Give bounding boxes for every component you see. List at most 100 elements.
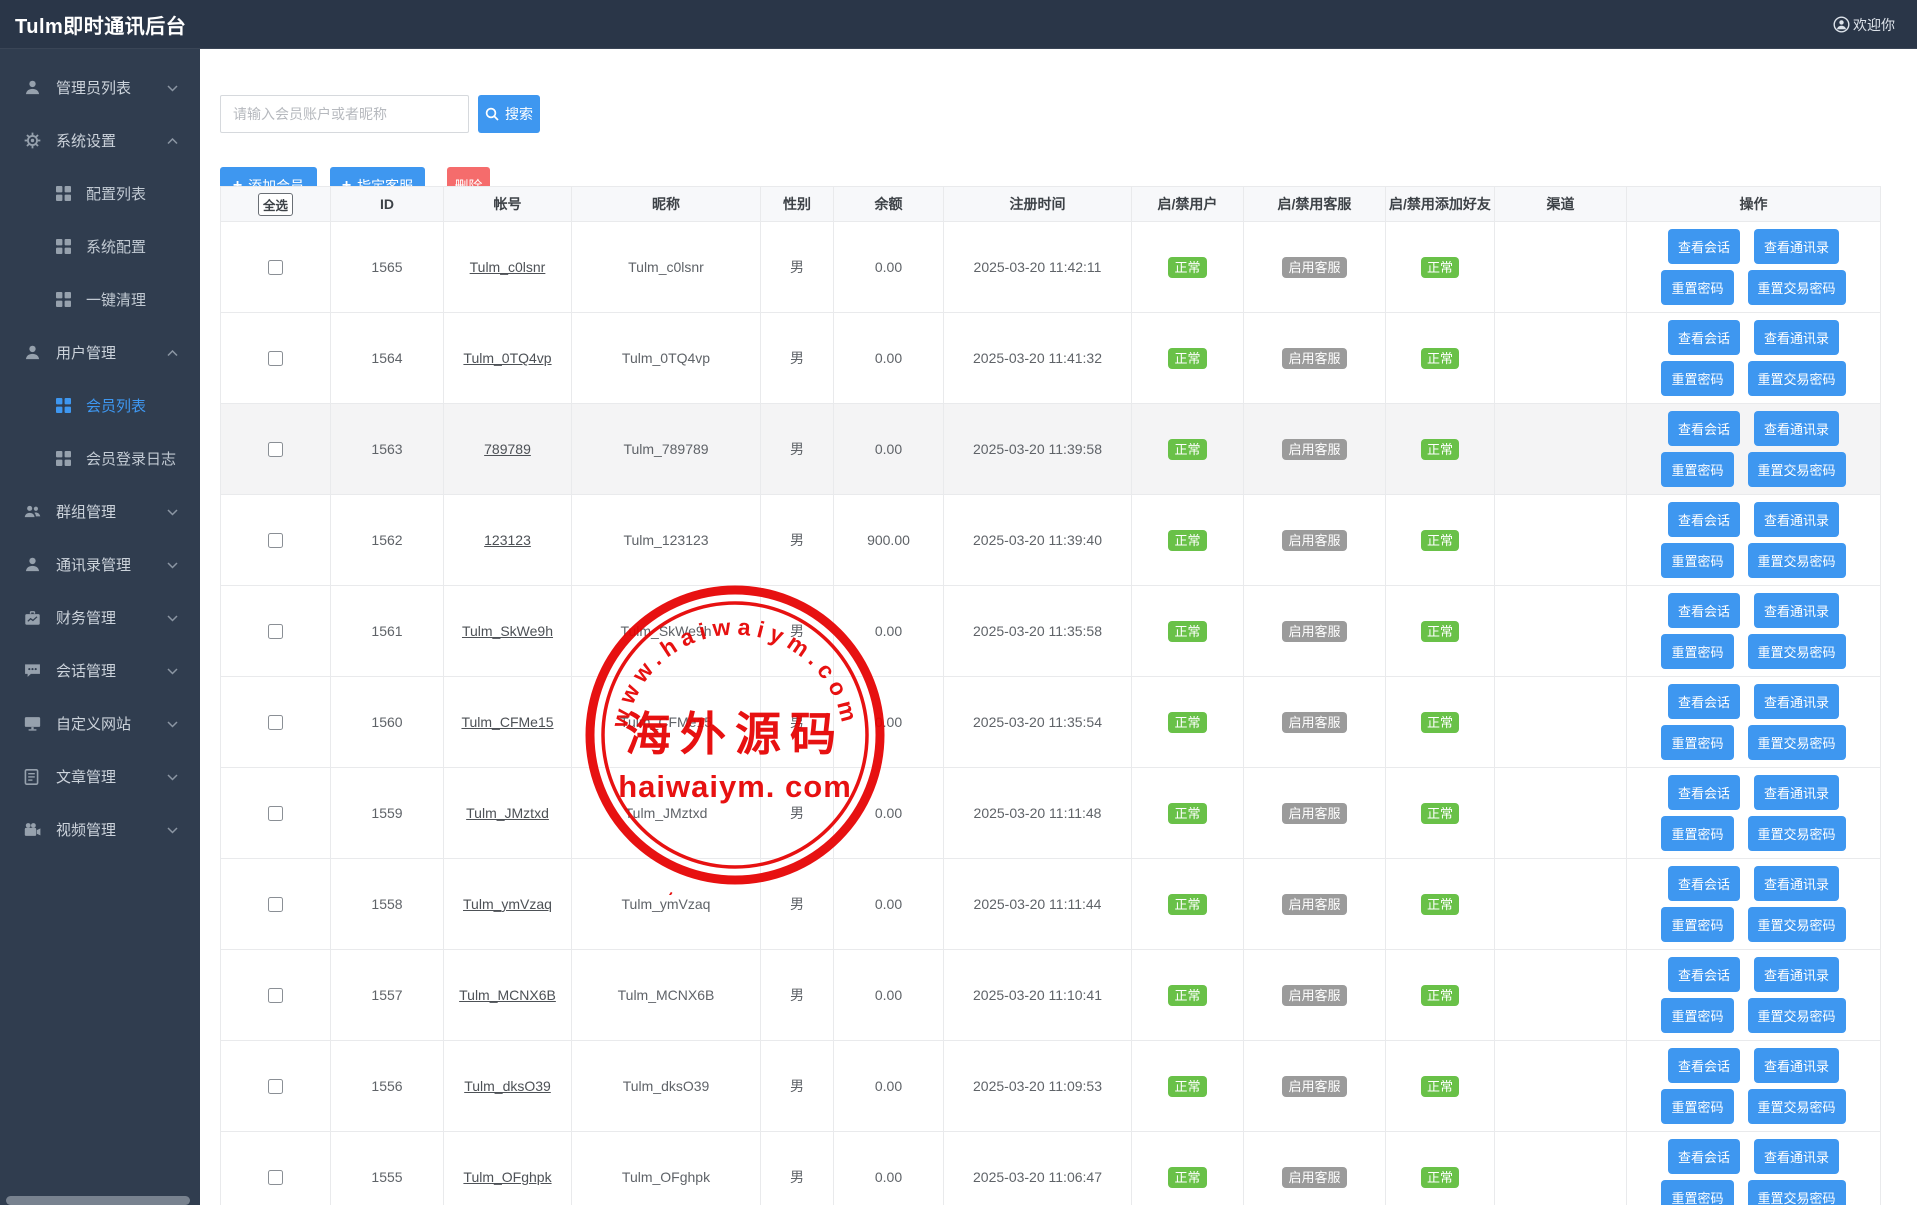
reset-password-button[interactable]: 重置密码 <box>1661 907 1733 942</box>
service-status-badge[interactable]: 启用客服 <box>1282 439 1346 460</box>
service-status-badge[interactable]: 启用客服 <box>1282 985 1346 1006</box>
reset-trade-password-button[interactable]: 重置交易密码 <box>1748 1089 1846 1124</box>
account-link[interactable]: Tulm_ymVzaq <box>463 896 552 912</box>
user-status-badge[interactable]: 正常 <box>1168 712 1206 733</box>
row-checkbox[interactable] <box>268 1170 283 1185</box>
sidebar-item-system-config[interactable]: 系统配置 <box>0 220 200 273</box>
account-link[interactable]: Tulm_CFMe15 <box>461 714 553 730</box>
account-link[interactable]: 789789 <box>484 441 531 457</box>
user-status-badge[interactable]: 正常 <box>1168 894 1206 915</box>
service-status-badge[interactable]: 启用客服 <box>1282 1167 1346 1188</box>
row-checkbox[interactable] <box>268 533 283 548</box>
sidebar-item-config-list[interactable]: 配置列表 <box>0 167 200 220</box>
friend-status-badge[interactable]: 正常 <box>1421 348 1459 369</box>
sidebar-item-group-management[interactable]: 群组管理 <box>0 485 200 538</box>
service-status-badge[interactable]: 启用客服 <box>1282 1076 1346 1097</box>
row-checkbox[interactable] <box>268 351 283 366</box>
row-checkbox[interactable] <box>268 897 283 912</box>
sidebar-item-one-click-clean[interactable]: 一键清理 <box>0 273 200 326</box>
service-status-badge[interactable]: 启用客服 <box>1282 621 1346 642</box>
reset-password-button[interactable]: 重置密码 <box>1661 725 1733 760</box>
user-status-badge[interactable]: 正常 <box>1168 621 1206 642</box>
row-checkbox[interactable] <box>268 806 283 821</box>
friend-status-badge[interactable]: 正常 <box>1421 712 1459 733</box>
service-status-badge[interactable]: 启用客服 <box>1282 894 1346 915</box>
friend-status-badge[interactable]: 正常 <box>1421 621 1459 642</box>
account-link[interactable]: 123123 <box>484 532 531 548</box>
view-conversation-button[interactable]: 查看会话 <box>1668 502 1740 537</box>
view-contacts-button[interactable]: 查看通讯录 <box>1754 411 1839 446</box>
reset-password-button[interactable]: 重置密码 <box>1661 816 1733 851</box>
reset-trade-password-button[interactable]: 重置交易密码 <box>1748 361 1846 396</box>
view-contacts-button[interactable]: 查看通讯录 <box>1754 229 1839 264</box>
sidebar-item-finance-management[interactable]: 财务管理 <box>0 591 200 644</box>
service-status-badge[interactable]: 启用客服 <box>1282 712 1346 733</box>
reset-trade-password-button[interactable]: 重置交易密码 <box>1748 270 1846 305</box>
friend-status-badge[interactable]: 正常 <box>1421 803 1459 824</box>
view-conversation-button[interactable]: 查看会话 <box>1668 229 1740 264</box>
view-contacts-button[interactable]: 查看通讯录 <box>1754 502 1839 537</box>
reset-trade-password-button[interactable]: 重置交易密码 <box>1748 816 1846 851</box>
select-all-button[interactable]: 全选 <box>258 193 293 216</box>
reset-password-button[interactable]: 重置密码 <box>1661 1089 1733 1124</box>
welcome-menu[interactable]: 欢迎你 <box>1833 0 1895 49</box>
row-checkbox[interactable] <box>268 624 283 639</box>
sidebar-item-article-management[interactable]: 文章管理 <box>0 750 200 803</box>
user-status-badge[interactable]: 正常 <box>1168 530 1206 551</box>
reset-trade-password-button[interactable]: 重置交易密码 <box>1748 907 1846 942</box>
reset-password-button[interactable]: 重置密码 <box>1661 634 1733 669</box>
sidebar-item-member-login-log[interactable]: 会员登录日志 <box>0 432 200 485</box>
friend-status-badge[interactable]: 正常 <box>1421 894 1459 915</box>
reset-trade-password-button[interactable]: 重置交易密码 <box>1748 725 1846 760</box>
friend-status-badge[interactable]: 正常 <box>1421 1167 1459 1188</box>
view-conversation-button[interactable]: 查看会话 <box>1668 1139 1740 1174</box>
user-status-badge[interactable]: 正常 <box>1168 803 1206 824</box>
view-conversation-button[interactable]: 查看会话 <box>1668 957 1740 992</box>
user-status-badge[interactable]: 正常 <box>1168 439 1206 460</box>
reset-trade-password-button[interactable]: 重置交易密码 <box>1748 998 1846 1033</box>
friend-status-badge[interactable]: 正常 <box>1421 1076 1459 1097</box>
sidebar-item-conversation-management[interactable]: 会话管理 <box>0 644 200 697</box>
user-status-badge[interactable]: 正常 <box>1168 257 1206 278</box>
reset-trade-password-button[interactable]: 重置交易密码 <box>1748 1180 1846 1205</box>
account-link[interactable]: Tulm_OFghpk <box>463 1169 551 1185</box>
account-link[interactable]: Tulm_JMztxd <box>466 805 549 821</box>
row-checkbox[interactable] <box>268 260 283 275</box>
sidebar-item-custom-website[interactable]: 自定义网站 <box>0 697 200 750</box>
view-contacts-button[interactable]: 查看通讯录 <box>1754 1139 1839 1174</box>
account-link[interactable]: Tulm_0TQ4vp <box>463 350 551 366</box>
view-conversation-button[interactable]: 查看会话 <box>1668 684 1740 719</box>
row-checkbox[interactable] <box>268 442 283 457</box>
reset-password-button[interactable]: 重置密码 <box>1661 998 1733 1033</box>
sidebar-item-video-management[interactable]: 视频管理 <box>0 803 200 856</box>
reset-trade-password-button[interactable]: 重置交易密码 <box>1748 543 1846 578</box>
reset-password-button[interactable]: 重置密码 <box>1661 452 1733 487</box>
view-contacts-button[interactable]: 查看通讯录 <box>1754 866 1839 901</box>
friend-status-badge[interactable]: 正常 <box>1421 439 1459 460</box>
friend-status-badge[interactable]: 正常 <box>1421 257 1459 278</box>
search-input[interactable] <box>220 95 469 133</box>
friend-status-badge[interactable]: 正常 <box>1421 530 1459 551</box>
view-conversation-button[interactable]: 查看会话 <box>1668 593 1740 628</box>
sidebar-item-user-management[interactable]: 用户管理 <box>0 326 200 379</box>
row-checkbox[interactable] <box>268 988 283 1003</box>
sidebar-item-admin-list[interactable]: 管理员列表 <box>0 61 200 114</box>
reset-password-button[interactable]: 重置密码 <box>1661 361 1733 396</box>
account-link[interactable]: Tulm_SkWe9h <box>462 623 553 639</box>
sidebar-item-system-settings[interactable]: 系统设置 <box>0 114 200 167</box>
view-contacts-button[interactable]: 查看通讯录 <box>1754 684 1839 719</box>
view-contacts-button[interactable]: 查看通讯录 <box>1754 775 1839 810</box>
service-status-badge[interactable]: 启用客服 <box>1282 257 1346 278</box>
reset-trade-password-button[interactable]: 重置交易密码 <box>1748 634 1846 669</box>
view-conversation-button[interactable]: 查看会话 <box>1668 1048 1740 1083</box>
view-conversation-button[interactable]: 查看会话 <box>1668 411 1740 446</box>
service-status-badge[interactable]: 启用客服 <box>1282 530 1346 551</box>
view-contacts-button[interactable]: 查看通讯录 <box>1754 957 1839 992</box>
reset-password-button[interactable]: 重置密码 <box>1661 543 1733 578</box>
friend-status-badge[interactable]: 正常 <box>1421 985 1459 1006</box>
user-status-badge[interactable]: 正常 <box>1168 1076 1206 1097</box>
reset-password-button[interactable]: 重置密码 <box>1661 270 1733 305</box>
reset-trade-password-button[interactable]: 重置交易密码 <box>1748 452 1846 487</box>
view-contacts-button[interactable]: 查看通讯录 <box>1754 320 1839 355</box>
reset-password-button[interactable]: 重置密码 <box>1661 1180 1733 1205</box>
